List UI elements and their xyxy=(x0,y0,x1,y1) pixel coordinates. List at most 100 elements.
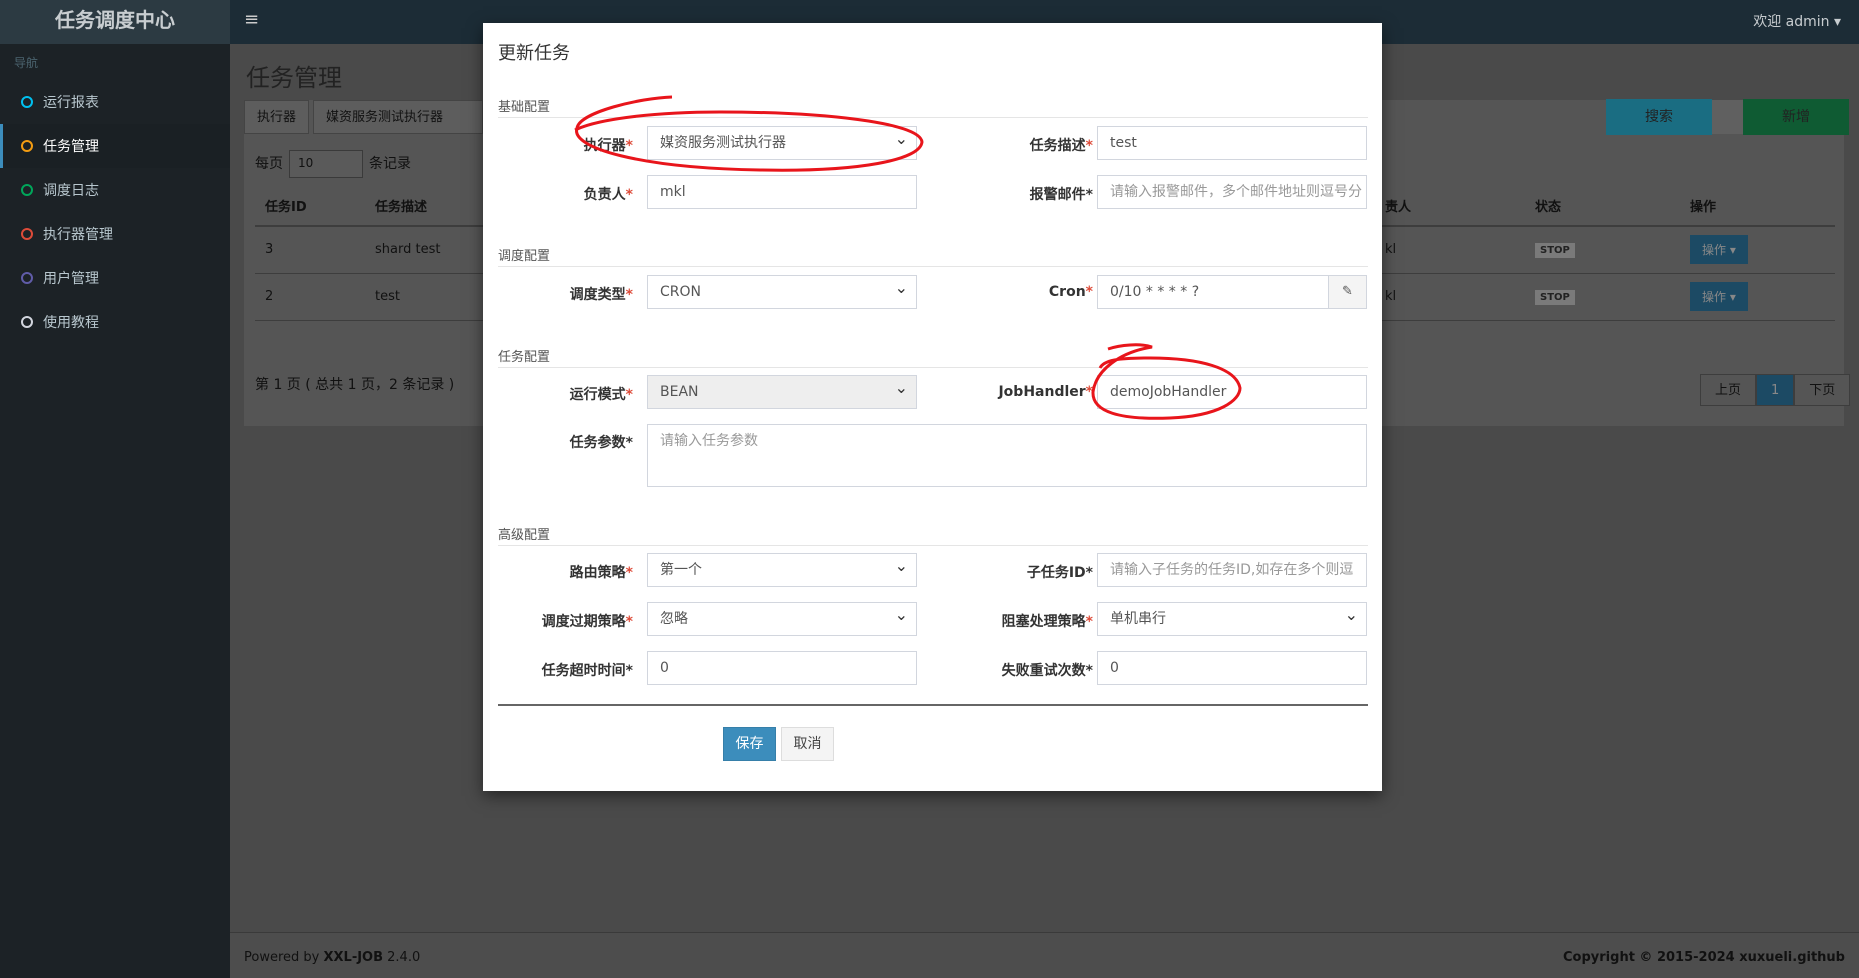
required-mark: * xyxy=(1085,138,1093,154)
required-mark: * xyxy=(625,387,633,403)
sidebar-item-label: 运行报表 xyxy=(43,95,99,111)
prev-page-button[interactable]: 上页 xyxy=(1700,374,1757,406)
alarm-email-label: 报警邮件* xyxy=(1029,187,1093,203)
child-job-input[interactable]: 请输入子任务的任务ID,如存在多个则逗 xyxy=(1097,553,1367,587)
sidebar-item-executors[interactable]: 执行器管理 xyxy=(0,212,230,256)
label-text: 负责人 xyxy=(583,187,626,203)
label-text: 调度类型 xyxy=(569,287,626,303)
cell-id: 3 xyxy=(255,226,365,274)
job-handler-input[interactable]: demoJobHandler xyxy=(1097,375,1367,409)
child-job-label: 子任务ID* xyxy=(1026,565,1093,581)
edit-icon[interactable]: ✎ xyxy=(1328,275,1367,309)
job-desc-label: 任务描述* xyxy=(963,135,1093,155)
col-header: 责人 xyxy=(1375,186,1525,227)
status-badge: STOP xyxy=(1535,289,1575,305)
required-mark: * xyxy=(1085,384,1093,400)
alarm-email-input[interactable]: 请输入报警邮件，多个邮件地址则逗号分 xyxy=(1097,175,1367,209)
user-menu[interactable]: 欢迎 admin ▾ xyxy=(1753,11,1841,31)
col-header: 操作 xyxy=(1680,186,1835,227)
brand-logo[interactable]: 任务调度中心 xyxy=(0,0,230,44)
circle-icon xyxy=(21,140,33,152)
sidebar-item-label: 用户管理 xyxy=(43,271,99,287)
powered-by: Powered by XXL-JOB 2.4.0 xyxy=(244,950,420,965)
timeout-input[interactable]: 0 xyxy=(647,651,917,685)
sidebar-item-logs[interactable]: 调度日志 xyxy=(0,168,230,212)
sidebar-toggle-bars-icon[interactable]: ≡ xyxy=(244,9,259,30)
schedule-type-select[interactable]: CRON xyxy=(647,275,917,309)
required-mark: * xyxy=(625,565,633,581)
search-button[interactable]: 搜索 xyxy=(1606,99,1712,135)
cancel-button[interactable]: 取消 xyxy=(781,727,834,761)
section-schedule: 调度配置 xyxy=(498,245,1368,267)
sidebar-item-help[interactable]: 使用教程 xyxy=(0,300,230,344)
job-handler-label: JobHandler* xyxy=(963,384,1093,400)
label-text: 执行器 xyxy=(583,138,626,154)
circle-icon xyxy=(21,96,33,108)
sidebar-header: 导航 xyxy=(14,56,39,70)
executor-select[interactable]: 媒资服务测试执行器 xyxy=(647,126,917,160)
circle-icon xyxy=(21,272,33,284)
sidebar-item-report[interactable]: 运行报表 xyxy=(0,80,230,124)
status-badge: STOP xyxy=(1535,242,1575,258)
next-page-button[interactable]: 下页 xyxy=(1794,374,1851,406)
block-strategy-select[interactable]: 单机串行 xyxy=(1097,602,1367,636)
misfire-select[interactable]: 忽略 xyxy=(647,602,917,636)
label-text: 任务超时时间 xyxy=(541,663,626,679)
label-text: 任务参数 xyxy=(569,435,626,451)
add-job-button[interactable]: 新增 xyxy=(1743,99,1849,135)
label-text: 阻塞处理策略 xyxy=(1001,614,1086,630)
product-version: 2.4.0 xyxy=(383,950,421,965)
required-mark: * xyxy=(1085,614,1093,630)
circle-icon xyxy=(21,228,33,240)
executor-label: 执行器* xyxy=(513,135,633,155)
run-mode-select[interactable]: BEAN xyxy=(647,375,917,409)
schedule-type-label: 调度类型* xyxy=(513,284,633,304)
col-header: 状态 xyxy=(1525,186,1680,227)
per-page-suffix: 条记录 xyxy=(369,156,411,172)
operate-button[interactable]: 操作 ▾ xyxy=(1690,282,1748,311)
label-text: 子任务ID xyxy=(1026,565,1086,581)
page-size-control: 每页 10 条记录 xyxy=(255,150,411,178)
cell-owner: kl xyxy=(1375,273,1525,321)
required-mark: * xyxy=(625,187,633,203)
required-mark: * xyxy=(625,287,633,303)
route-strategy-label: 路由策略* xyxy=(513,562,633,582)
route-strategy-select[interactable]: 第一个 xyxy=(647,553,917,587)
retry-input[interactable]: 0 xyxy=(1097,651,1367,685)
job-param-label: 任务参数* xyxy=(569,435,633,451)
cron-input[interactable]: 0/10 * * * * ? xyxy=(1097,275,1329,309)
page-size-select[interactable]: 10 xyxy=(289,150,363,178)
executor-filter-select[interactable]: 媒资服务测试执行器 xyxy=(313,100,483,134)
label-text: 调度过期策略 xyxy=(541,614,626,630)
job-desc-input[interactable]: test xyxy=(1097,126,1367,160)
timeout-label: 任务超时时间* xyxy=(541,663,633,679)
sidebar-item-label: 调度日志 xyxy=(43,183,99,199)
section-basic: 基础配置 xyxy=(498,96,1368,118)
cell-id: 2 xyxy=(255,273,365,321)
sidebar: 导航 运行报表 任务管理 调度日志 执行器管理 用户管理 使用教程 xyxy=(0,44,230,978)
page-title: 任务管理 xyxy=(246,64,342,92)
label-text: 任务描述 xyxy=(1029,138,1086,154)
sidebar-item-users[interactable]: 用户管理 xyxy=(0,256,230,300)
job-param-textarea[interactable]: 请输入任务参数 xyxy=(647,424,1367,487)
circle-icon xyxy=(21,184,33,196)
current-page-button[interactable]: 1 xyxy=(1756,374,1795,406)
section-job: 任务配置 xyxy=(498,346,1368,368)
label-text: 报警邮件 xyxy=(1029,187,1086,203)
powered-prefix: Powered by xyxy=(244,950,324,965)
circle-icon xyxy=(21,316,33,328)
block-strategy-label: 阻塞处理策略* xyxy=(963,611,1093,631)
operate-button[interactable]: 操作 ▾ xyxy=(1690,235,1748,265)
label-text: 运行模式 xyxy=(569,387,626,403)
update-job-modal: 更新任务 基础配置 执行器* 媒资服务测试执行器 任务描述* test 负责人*… xyxy=(483,23,1382,791)
required-mark: * xyxy=(625,614,633,630)
owner-input[interactable]: mkl xyxy=(647,175,917,209)
required-mark: * xyxy=(1085,284,1093,300)
cron-label: Cron* xyxy=(963,284,1093,300)
required-mark: * xyxy=(625,138,633,154)
executor-filter-label: 执行器 xyxy=(244,100,310,134)
form-divider xyxy=(498,704,1368,706)
sidebar-item-label: 执行器管理 xyxy=(43,227,113,243)
sidebar-item-jobs[interactable]: 任务管理 xyxy=(0,124,230,168)
save-button[interactable]: 保存 xyxy=(723,727,776,761)
